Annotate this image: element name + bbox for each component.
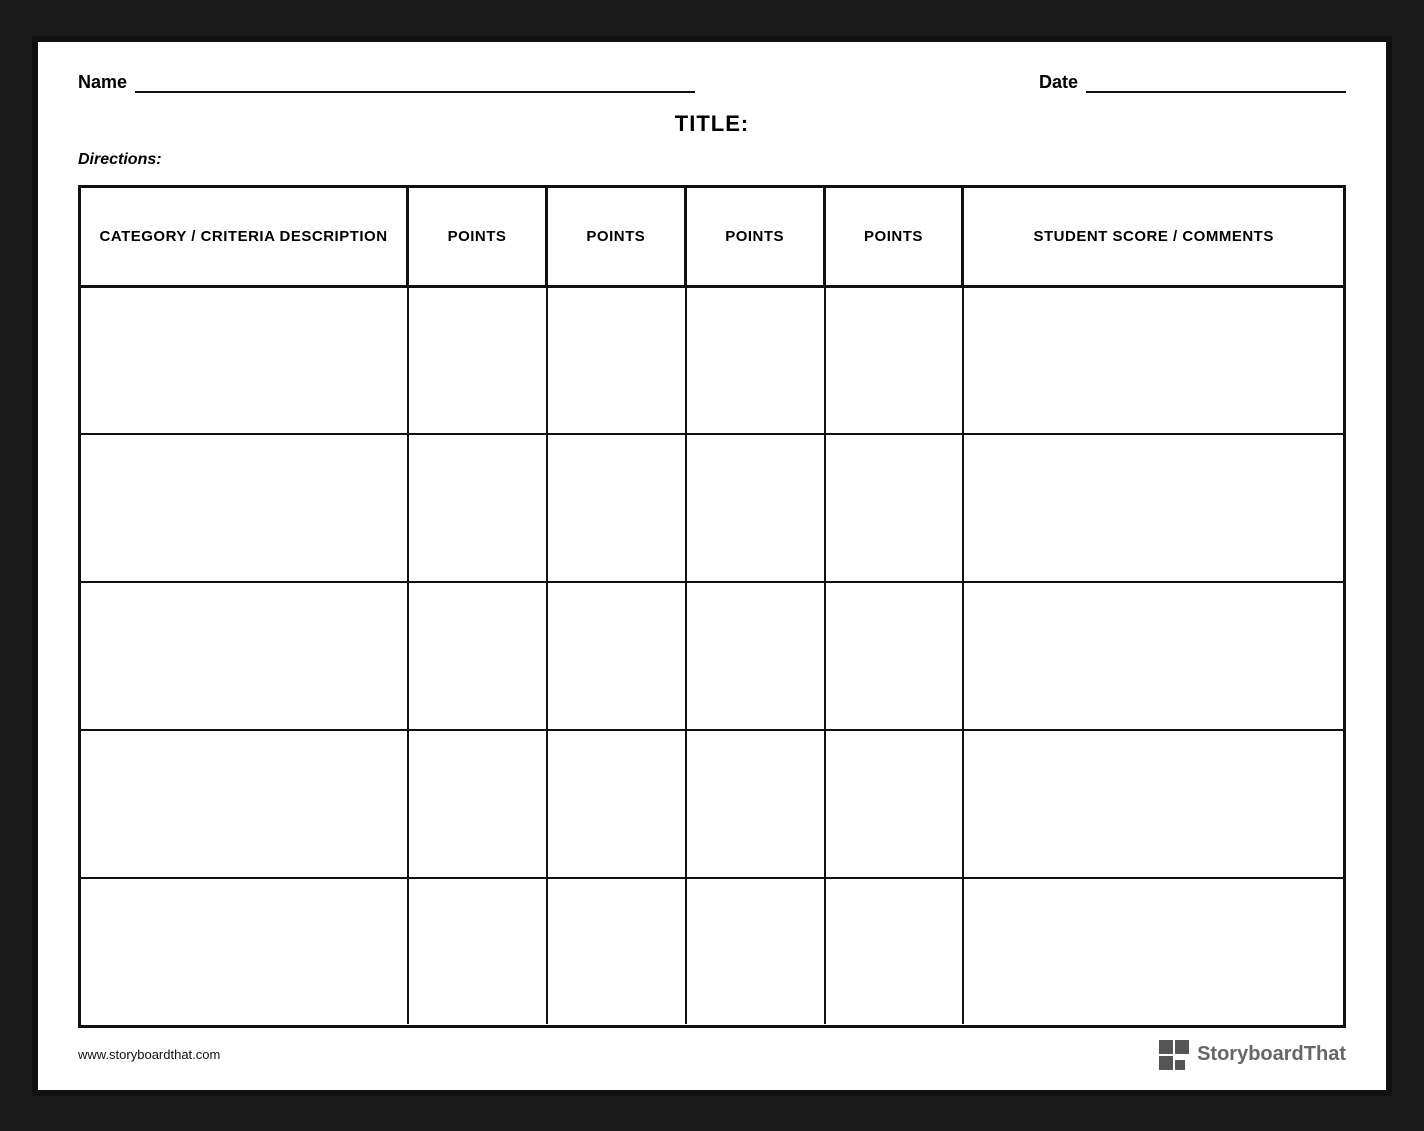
header-label-student: STUDENT SCORE / COMMENTS [1034,228,1274,245]
cell-points-2-1 [409,435,548,581]
cell-points-4-3 [687,731,826,877]
cell-student-1 [964,288,1343,434]
cell-points-5-2 [548,879,687,1025]
table-row [81,288,1343,436]
date-underline [1086,73,1346,93]
cell-points-4-2 [548,731,687,877]
directions-section: Directions: [78,151,1346,169]
cell-points-1-4 [826,288,965,434]
table-body [81,288,1343,1025]
header-cell-student: STUDENT SCORE / COMMENTS [964,188,1343,285]
date-label: Date [1039,72,1078,93]
cell-student-2 [964,435,1343,581]
cell-points-1-2 [548,288,687,434]
name-underline [135,73,695,93]
brand-name-that: That [1304,1043,1346,1065]
footer-url: www.storyboardthat.com [78,1047,220,1062]
rubric-table: CATEGORY / CRITERIA DESCRIPTION POINTS P… [78,185,1346,1028]
cell-points-4-1 [409,731,548,877]
cell-category-2 [81,435,409,581]
cell-category-5 [81,879,409,1025]
cell-points-5-3 [687,879,826,1025]
title-section: TITLE: [78,111,1346,137]
date-field: Date [1039,72,1346,93]
brand-name: StoryboardThat [1197,1043,1346,1066]
header-label-category: CATEGORY / CRITERIA DESCRIPTION [100,228,388,245]
cell-category-1 [81,288,409,434]
header-label-points-4: POINTS [864,228,923,245]
footer: www.storyboardthat.com StoryboardThat [78,1040,1346,1070]
header-label-points-1: POINTS [448,228,507,245]
cell-points-2-3 [687,435,826,581]
header-cell-category: CATEGORY / CRITERIA DESCRIPTION [81,188,409,285]
cell-points-3-4 [826,583,965,729]
cell-points-1-1 [409,288,548,434]
logo-sq-3 [1159,1056,1173,1070]
cell-student-3 [964,583,1343,729]
name-field: Name [78,72,1039,93]
table-row [81,435,1343,583]
rubric-page: Name Date TITLE: Directions: CATEGORY / … [32,36,1392,1096]
cell-points-5-4 [826,879,965,1025]
header-label-points-2: POINTS [586,228,645,245]
name-label: Name [78,72,127,93]
logo-sq-4 [1175,1060,1185,1070]
cell-category-3 [81,583,409,729]
cell-category-4 [81,731,409,877]
logo-sq-2 [1175,1040,1189,1054]
cell-student-5 [964,879,1343,1025]
table-header: CATEGORY / CRITERIA DESCRIPTION POINTS P… [81,188,1343,288]
header-row: Name Date [78,72,1346,93]
header-cell-points-3: POINTS [687,188,826,285]
header-cell-points-4: POINTS [826,188,965,285]
cell-points-3-2 [548,583,687,729]
cell-points-5-1 [409,879,548,1025]
brand-name-storyboard: Storyboard [1197,1043,1304,1065]
logo-top-row [1159,1040,1189,1054]
header-cell-points-2: POINTS [548,188,687,285]
cell-points-3-3 [687,583,826,729]
cell-points-1-3 [687,288,826,434]
cell-points-3-1 [409,583,548,729]
footer-brand: StoryboardThat [1159,1040,1346,1070]
table-row [81,731,1343,879]
logo-bottom-row [1159,1056,1189,1070]
cell-points-2-4 [826,435,965,581]
directions-label: Directions: [78,151,162,168]
logo-sq-1 [1159,1040,1173,1054]
table-row [81,879,1343,1025]
cell-points-4-4 [826,731,965,877]
cell-student-4 [964,731,1343,877]
page-title: TITLE: [675,111,749,136]
cell-points-2-2 [548,435,687,581]
header-cell-points-1: POINTS [409,188,548,285]
logo-group [1159,1040,1189,1070]
brand-logo-icon [1159,1040,1189,1070]
header-label-points-3: POINTS [725,228,784,245]
table-row [81,583,1343,731]
